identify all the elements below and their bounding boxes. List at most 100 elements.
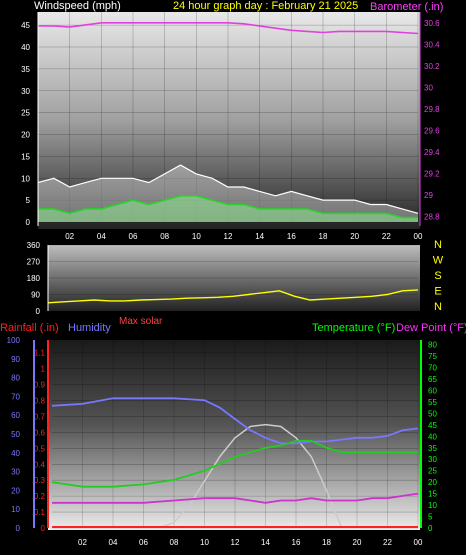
rainfall-y-tick: 1.1	[34, 349, 46, 358]
humidity-y-tick: 20	[11, 486, 20, 495]
climate-x-tick: 12	[231, 538, 240, 547]
wind-y-tick: 15	[21, 152, 30, 161]
temperature-y-tick: 25	[428, 467, 437, 476]
wind-x-tick: 10	[192, 232, 201, 241]
wind-y-tick: 5	[26, 196, 31, 205]
wind-x-tick: 14	[255, 232, 264, 241]
climate-x-tick: 10	[200, 538, 209, 547]
barometer-y-tick: 28.8	[424, 213, 440, 222]
rainfall-label: Rainfall (.in)	[0, 322, 59, 334]
barometer-title: Barometer (.in)	[370, 1, 443, 13]
max-solar-label: Max solar	[119, 316, 163, 327]
weather-graph: Windspeed (mph) 24 hour graph day : Febr…	[0, 0, 466, 547]
barometer-y-tick: 30.6	[424, 19, 440, 28]
rainfall-y-tick: 0.9	[34, 381, 46, 390]
wind-x-tick: 00	[414, 232, 423, 241]
barometer-y-tick: 29.6	[424, 126, 440, 135]
temperature-y-tick: 5	[428, 513, 433, 522]
climate-x-tick: 20	[353, 538, 362, 547]
direction-y-tick: 360	[27, 241, 41, 250]
rainfall-y-tick: 0.7	[34, 412, 46, 421]
rainfall-y-tick: 0	[41, 524, 46, 533]
wind-x-tick: 22	[382, 232, 391, 241]
humidity-y-tick: 70	[11, 392, 20, 401]
temperature-label: Temperature (°F)	[312, 322, 395, 334]
direction-y-tick: 90	[31, 291, 40, 300]
wind-x-tick: 02	[65, 232, 74, 241]
climate-x-tick: 22	[383, 538, 392, 547]
compass-label: E	[434, 286, 441, 298]
dewpoint-label: Dew Point (°F)	[396, 322, 466, 334]
temperature-y-tick: 40	[428, 432, 437, 441]
humidity-label: Humidity	[68, 322, 111, 334]
wind-y-tick: 25	[21, 109, 30, 118]
climate-x-tick: 14	[261, 538, 270, 547]
temperature-y-tick: 10	[428, 501, 437, 510]
climate-x-tick: 00	[414, 538, 423, 547]
graph-title: 24 hour graph day : February 21 2025	[173, 0, 358, 12]
direction-y-tick: 0	[36, 307, 41, 316]
humidity-y-tick: 0	[16, 524, 21, 533]
barometer-y-tick: 30	[424, 83, 433, 92]
temperature-y-tick: 65	[428, 375, 437, 384]
climate-x-tick: 04	[109, 538, 118, 547]
climate-x-tick: 16	[292, 538, 301, 547]
rainfall-y-tick: 0.5	[34, 444, 46, 453]
wind-x-tick: 18	[319, 232, 328, 241]
compass-label: W	[433, 255, 444, 267]
temperature-y-tick: 0	[428, 524, 433, 533]
wind-y-tick: 30	[21, 87, 30, 96]
compass-label: N	[434, 239, 442, 251]
barometer-y-tick: 29.2	[424, 170, 440, 179]
wind-y-tick: 45	[21, 21, 30, 30]
temperature-y-tick: 60	[428, 386, 437, 395]
barometer-y-tick: 30.2	[424, 62, 440, 71]
windspeed-title: Windspeed (mph)	[34, 0, 121, 12]
direction-y-tick: 180	[27, 274, 41, 283]
temperature-y-tick: 70	[428, 364, 437, 373]
climate-x-tick: 02	[78, 538, 87, 547]
climate-x-tick: 06	[139, 538, 148, 547]
compass-label: N	[434, 301, 442, 313]
wind-x-tick: 20	[350, 232, 359, 241]
wind-x-tick: 12	[224, 232, 233, 241]
barometer-y-tick: 30.4	[424, 40, 440, 49]
humidity-y-tick: 100	[7, 336, 21, 345]
temperature-y-tick: 45	[428, 421, 437, 430]
rainfall-y-tick: 0.1	[34, 508, 46, 517]
rainfall-y-tick: 0.6	[34, 428, 46, 437]
rainfall-y-tick: 0.4	[34, 460, 46, 469]
rainfall-y-tick: 0.2	[34, 492, 46, 501]
humidity-y-tick: 50	[11, 430, 20, 439]
compass-label: S	[434, 270, 441, 282]
rainfall-y-tick: 0.3	[34, 476, 46, 485]
barometer-y-tick: 29.4	[424, 148, 440, 157]
humidity-y-tick: 10	[11, 505, 20, 514]
climate-x-tick: 18	[322, 538, 331, 547]
wind-y-tick: 40	[21, 43, 30, 52]
wind-y-tick: 10	[21, 174, 30, 183]
temperature-y-tick: 20	[428, 478, 437, 487]
temperature-y-tick: 55	[428, 398, 437, 407]
temperature-y-tick: 50	[428, 409, 437, 418]
humidity-y-tick: 80	[11, 374, 20, 383]
humidity-y-tick: 30	[11, 468, 20, 477]
temperature-y-tick: 30	[428, 455, 437, 464]
wind-x-tick: 04	[97, 232, 106, 241]
temperature-y-tick: 75	[428, 352, 437, 361]
humidity-y-tick: 40	[11, 449, 20, 458]
wind-x-tick: 16	[287, 232, 296, 241]
wind-y-tick: 20	[21, 131, 30, 140]
rainfall-y-tick: 1	[41, 365, 46, 374]
temperature-y-tick: 35	[428, 444, 437, 453]
wind-x-tick: 06	[129, 232, 138, 241]
climate-x-tick: 08	[170, 538, 179, 547]
rainfall-y-tick: 0.8	[34, 397, 46, 406]
humidity-y-tick: 90	[11, 355, 20, 364]
direction-y-tick: 270	[27, 258, 41, 267]
wind-x-tick: 08	[160, 232, 169, 241]
humidity-y-tick: 60	[11, 411, 20, 420]
barometer-y-tick: 29	[424, 191, 433, 200]
temperature-y-tick: 15	[428, 490, 437, 499]
wind-y-tick: 35	[21, 65, 30, 74]
